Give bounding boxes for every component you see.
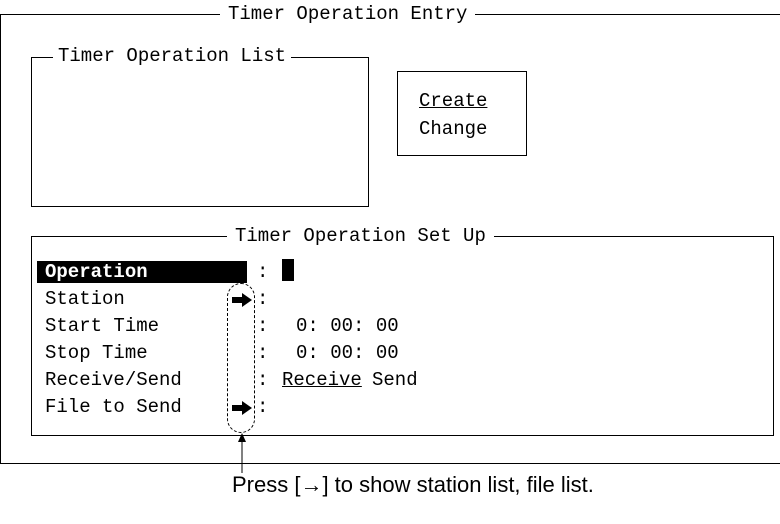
station-label[interactable]: Station xyxy=(45,288,125,310)
setup-panel-title: Timer Operation Set Up xyxy=(227,225,494,247)
operation-label[interactable]: Operation xyxy=(37,261,247,283)
change-menu-item[interactable]: Change xyxy=(419,118,487,140)
timer-operation-list-panel[interactable] xyxy=(31,57,369,207)
send-option[interactable]: Send xyxy=(372,369,418,391)
file-to-send-label[interactable]: File to Send xyxy=(45,396,182,418)
start-time-colon: : xyxy=(257,315,269,337)
entry-window-title: Timer Operation Entry xyxy=(220,3,476,25)
stop-time-value[interactable]: 0: 00: 00 xyxy=(296,342,399,364)
stop-time-colon: : xyxy=(257,342,269,364)
receive-send-label[interactable]: Receive/Send xyxy=(45,369,182,391)
stop-time-label[interactable]: Stop Time xyxy=(45,342,148,364)
start-time-label[interactable]: Start Time xyxy=(45,315,159,337)
station-colon: : xyxy=(257,288,269,310)
file-to-send-colon: : xyxy=(257,396,269,418)
create-menu-item[interactable]: Create xyxy=(419,90,487,112)
receive-option[interactable]: Receive xyxy=(282,369,362,391)
start-time-value[interactable]: 0: 00: 00 xyxy=(296,315,399,337)
create-change-menu xyxy=(397,71,527,156)
list-panel-title: Timer Operation List xyxy=(53,45,292,67)
receive-send-colon: : xyxy=(257,369,269,391)
arrow-highlight-oval xyxy=(227,283,255,433)
operation-colon: : xyxy=(257,261,269,283)
operation-input-cursor[interactable] xyxy=(282,259,294,281)
callout-caption: Press [→] to show station list, file lis… xyxy=(232,472,594,497)
callout-pointer-arrow xyxy=(238,433,246,473)
